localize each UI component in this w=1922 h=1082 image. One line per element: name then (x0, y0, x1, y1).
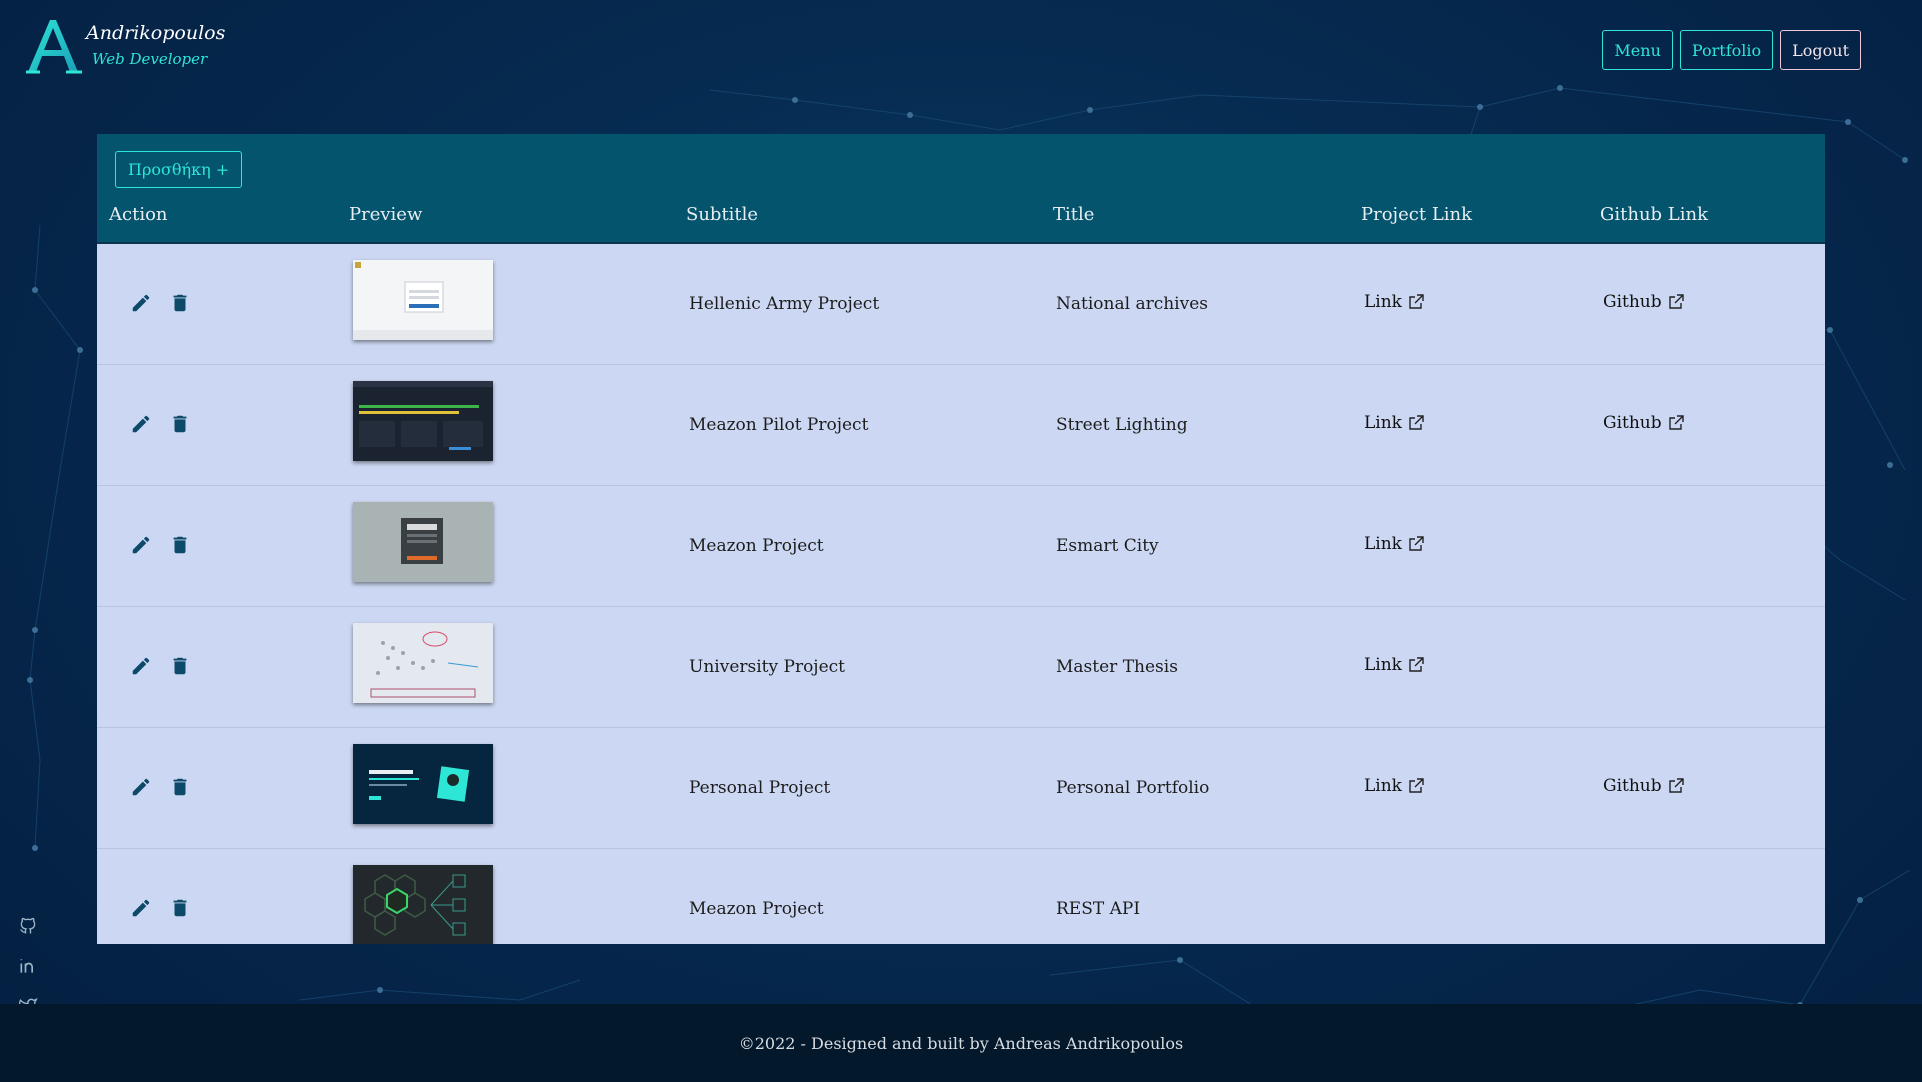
project-link[interactable]: Link (1364, 655, 1424, 675)
subtitle-cell: Meazon Pilot Project (689, 415, 869, 435)
project-link-label: Link (1364, 534, 1402, 554)
subtitle-cell: Meazon Project (689, 536, 824, 556)
edit-icon[interactable] (130, 655, 152, 677)
delete-icon[interactable] (169, 897, 191, 919)
brand-name: Andrikopoulos (86, 22, 226, 44)
copyright-text: ©2022 - Designed and built by Andreas An… (738, 1034, 1184, 1053)
edit-icon[interactable] (130, 413, 152, 435)
logo-a-icon (26, 20, 82, 74)
preview-thumbnail (353, 260, 493, 340)
edit-icon[interactable] (130, 292, 152, 314)
external-link-icon (1668, 415, 1684, 430)
external-link-icon (1409, 657, 1424, 672)
column-header-github-link: Github Link (1600, 204, 1709, 225)
table-header: Προσθήκη + Action Preview Subtitle Title… (97, 134, 1825, 242)
edit-icon[interactable] (130, 776, 152, 798)
preview-thumbnail (353, 865, 493, 944)
projects-table: Προσθήκη + Action Preview Subtitle Title… (97, 134, 1825, 944)
top-nav: Menu Portfolio Logout (1602, 30, 1861, 70)
column-header-project-link: Project Link (1361, 204, 1473, 225)
github-link[interactable]: Github (1603, 413, 1684, 433)
delete-icon[interactable] (169, 292, 191, 314)
external-link-icon (1409, 778, 1424, 793)
project-link[interactable]: Link (1364, 292, 1424, 312)
title-cell: REST API (1056, 899, 1141, 919)
preview-thumbnail (353, 381, 493, 461)
project-link-label: Link (1364, 413, 1402, 433)
project-link-label: Link (1364, 292, 1402, 312)
linkedin-icon[interactable] (18, 956, 38, 976)
github-link[interactable]: Github (1603, 292, 1684, 312)
table-row: Meazon Pilot Project Street Lighting Lin… (97, 365, 1825, 486)
delete-icon[interactable] (169, 413, 191, 435)
github-link-label: Github (1603, 292, 1662, 312)
table-row: University Project Master Thesis Link (97, 607, 1825, 728)
project-link-label: Link (1364, 776, 1402, 796)
column-header-subtitle: Subtitle (686, 204, 759, 225)
edit-icon[interactable] (130, 897, 152, 919)
preview-thumbnail (353, 502, 493, 582)
subtitle-cell: Personal Project (689, 778, 831, 798)
external-link-icon (1409, 536, 1424, 551)
table-body: Hellenic Army Project National archives … (97, 242, 1825, 944)
delete-icon[interactable] (169, 655, 191, 677)
table-row: Meazon Project Esmart City Link (97, 486, 1825, 607)
title-cell: Street Lighting (1056, 415, 1188, 435)
project-link[interactable]: Link (1364, 776, 1424, 796)
edit-icon[interactable] (130, 534, 152, 556)
title-cell: Personal Portfolio (1056, 778, 1210, 798)
external-link-icon (1409, 415, 1424, 430)
column-header-title: Title (1053, 204, 1095, 225)
project-link[interactable]: Link (1364, 534, 1424, 554)
column-header-action: Action (109, 204, 168, 225)
brand-role: Web Developer (92, 50, 208, 68)
add-project-button[interactable]: Προσθήκη + (115, 151, 243, 188)
title-cell: Esmart City (1056, 536, 1159, 556)
footer: ©2022 - Designed and built by Andreas An… (0, 1004, 1922, 1082)
subtitle-cell: Meazon Project (689, 899, 824, 919)
delete-icon[interactable] (169, 534, 191, 556)
delete-icon[interactable] (169, 776, 191, 798)
external-link-icon (1409, 294, 1424, 309)
github-link-label: Github (1603, 413, 1662, 433)
github-icon[interactable] (18, 916, 38, 936)
subtitle-cell: University Project (689, 657, 845, 677)
table-row: Personal Project Personal Portfolio Link… (97, 728, 1825, 849)
logout-button[interactable]: Logout (1780, 30, 1861, 70)
column-header-preview: Preview (349, 204, 423, 225)
table-row: Hellenic Army Project National archives … (97, 244, 1825, 365)
github-link[interactable]: Github (1603, 776, 1684, 796)
portfolio-button[interactable]: Portfolio (1679, 30, 1774, 70)
brand-logo[interactable]: Andrikopoulos Web Developer (24, 18, 225, 74)
preview-thumbnail (353, 623, 493, 703)
project-link-label: Link (1364, 655, 1402, 675)
subtitle-cell: Hellenic Army Project (689, 294, 880, 314)
title-cell: National archives (1056, 294, 1208, 314)
external-link-icon (1668, 778, 1684, 793)
table-row: Meazon Project REST API (97, 849, 1825, 944)
project-link[interactable]: Link (1364, 413, 1424, 433)
title-cell: Master Thesis (1056, 657, 1178, 677)
external-link-icon (1668, 294, 1684, 309)
menu-button[interactable]: Menu (1602, 30, 1673, 70)
preview-thumbnail (353, 744, 493, 824)
github-link-label: Github (1603, 776, 1662, 796)
